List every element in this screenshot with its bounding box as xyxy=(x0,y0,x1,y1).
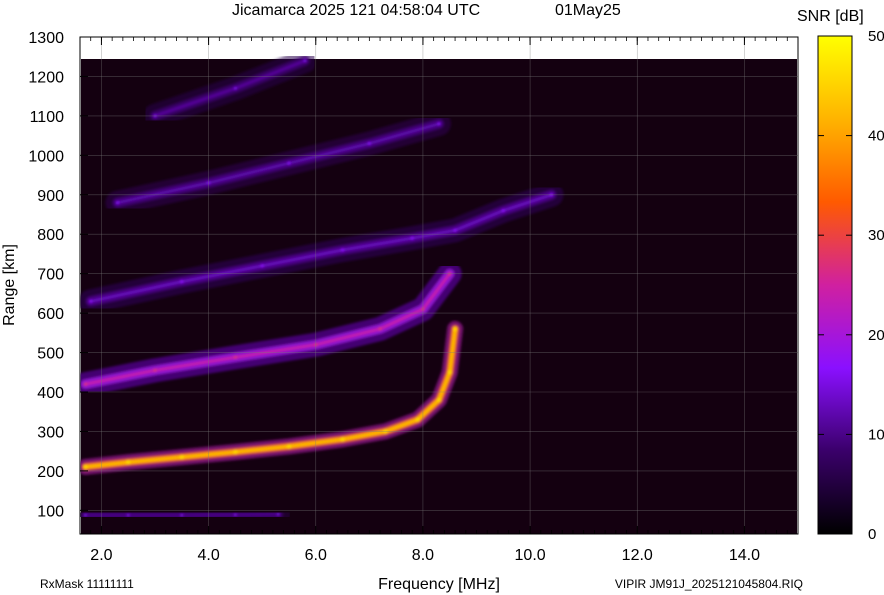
x-tick-label: 10.0 xyxy=(515,547,546,564)
trace-point xyxy=(367,141,371,146)
y-tick-label: 500 xyxy=(37,346,64,363)
trace-point xyxy=(501,209,505,213)
y-tick-label: 600 xyxy=(37,306,64,323)
colorbar-tick-label: 10 xyxy=(868,426,884,443)
rxmask-label: RxMask 11111111 xyxy=(40,577,134,591)
trace-point xyxy=(115,201,120,205)
colorbar-scale xyxy=(817,35,853,535)
colorbar-tick-label: 30 xyxy=(868,227,884,244)
trace-point xyxy=(436,397,442,403)
y-tick-label: 200 xyxy=(37,464,64,481)
trace-e-layer-echo xyxy=(80,502,291,528)
trace-point xyxy=(233,86,237,90)
y-tick-label: 1000 xyxy=(28,148,64,165)
trace-point xyxy=(126,513,130,517)
trace-point xyxy=(452,326,458,332)
trace-point xyxy=(437,122,441,126)
trace-point xyxy=(378,327,382,331)
trace-point xyxy=(233,513,237,517)
y-tick-label: 400 xyxy=(37,385,64,402)
y-tick-label: 300 xyxy=(37,424,64,441)
x-tick-label: 6.0 xyxy=(305,547,327,564)
trace-point xyxy=(153,368,157,372)
trace-point xyxy=(179,454,184,460)
y-tick-label: 100 xyxy=(37,503,64,520)
x-tick-label: 14.0 xyxy=(729,547,760,564)
trace-point xyxy=(83,464,88,470)
trace-point xyxy=(453,228,457,232)
trace-point xyxy=(287,161,291,165)
trace-point xyxy=(89,299,93,303)
trace-point xyxy=(180,513,184,517)
trace-point xyxy=(286,444,292,449)
y-tick-label: 1300 xyxy=(28,30,64,47)
colorbar-tick-label: 40 xyxy=(868,128,884,145)
trace-point xyxy=(341,248,345,252)
colorbar-tick-label: 0 xyxy=(868,526,876,543)
x-axis-label: Frequency [MHz] xyxy=(378,576,500,593)
colorbar-label: SNR [dB] xyxy=(797,8,864,25)
y-tick-label: 800 xyxy=(37,227,64,244)
file-label: VIPIR JM91J_2025121045804.RIQ xyxy=(615,577,803,591)
y-tick-label: 700 xyxy=(37,267,64,284)
trace-point xyxy=(340,437,345,442)
trace-point xyxy=(233,449,238,455)
y-tick-label: 900 xyxy=(37,188,64,205)
y-tick-label: 1100 xyxy=(30,109,65,126)
y-tick-label: 1200 xyxy=(28,69,64,86)
trace-point xyxy=(233,355,237,359)
x-tick-label: 2.0 xyxy=(90,547,112,564)
trace-point xyxy=(410,236,414,240)
chart-date: 01May25 xyxy=(555,2,621,19)
x-tick-label: 8.0 xyxy=(412,547,434,564)
trace-point xyxy=(415,417,420,422)
ionogram-chart: Jicamarca 2025 121 04:58:04 UTC 01May25 … xyxy=(1,2,884,593)
trace-point xyxy=(447,370,452,375)
trace-point xyxy=(180,280,184,284)
trace-point xyxy=(276,512,280,516)
trace-point xyxy=(83,382,87,386)
y-axis-label: Range [km] xyxy=(1,244,18,326)
trace-point xyxy=(83,513,87,517)
trace-point xyxy=(303,59,307,63)
colorbar-tick-label: 50 xyxy=(868,28,884,45)
x-tick-label: 12.0 xyxy=(622,547,653,564)
x-tick-label: 4.0 xyxy=(197,547,219,564)
trace-point xyxy=(260,264,264,268)
colorbar-tick-label: 20 xyxy=(868,327,884,344)
chart-title: Jicamarca 2025 121 04:58:04 UTC xyxy=(232,2,480,19)
trace-point xyxy=(126,460,131,465)
